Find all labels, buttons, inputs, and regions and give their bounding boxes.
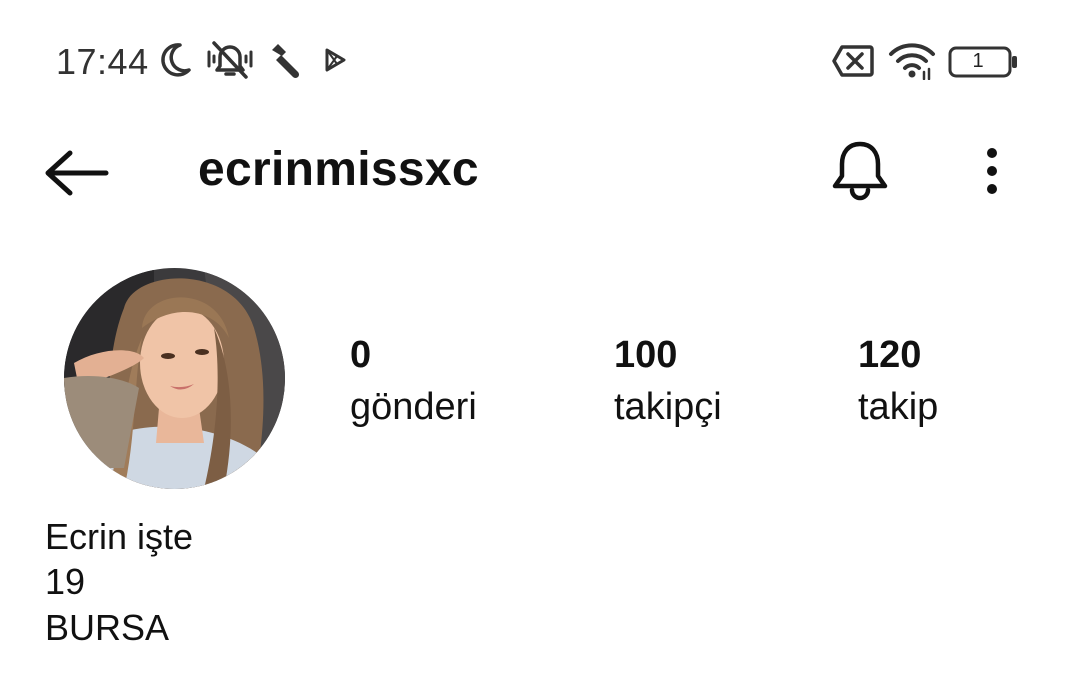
more-options-icon[interactable] <box>980 146 1004 198</box>
wifi-icon <box>889 43 935 80</box>
following-label: takip <box>858 386 939 428</box>
back-arrow-icon[interactable] <box>44 148 110 198</box>
bio-line-3: BURSA <box>45 607 170 648</box>
play-store-icon <box>325 48 346 72</box>
moon-icon <box>161 43 191 77</box>
bio-name: Ecrin işte <box>45 516 194 557</box>
wrench-icon <box>272 44 300 79</box>
battery-level: 1 <box>972 50 984 72</box>
stat-followers[interactable]: 100 takipçi <box>614 332 722 430</box>
bell-icon[interactable] <box>830 138 890 202</box>
status-time: 17:44 <box>56 41 149 82</box>
followers-label: takipçi <box>614 386 722 428</box>
profile-avatar[interactable] <box>64 268 285 489</box>
followers-count: 100 <box>614 334 678 376</box>
vibrate-off-icon <box>207 41 253 79</box>
profile-username: ecrinmissxc <box>198 143 479 196</box>
posts-label: gönderi <box>350 386 477 428</box>
no-sim-icon <box>832 45 874 77</box>
battery-icon: 1 <box>948 46 1020 78</box>
stat-posts[interactable]: 0 gönderi <box>350 332 477 430</box>
posts-count: 0 <box>350 334 372 376</box>
following-count: 120 <box>858 334 922 376</box>
stat-following[interactable]: 120 takip <box>858 332 938 430</box>
bio-line-2: 19 <box>45 561 86 602</box>
